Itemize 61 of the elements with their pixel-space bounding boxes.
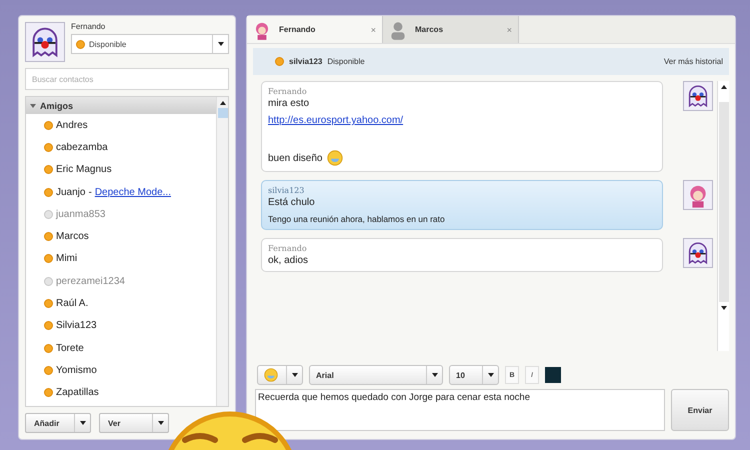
- scroll-thumb[interactable]: [718, 102, 728, 302]
- message-text: ok, adios: [268, 255, 310, 266]
- message-sender: silvia123: [268, 186, 306, 195]
- message-sender: Fernando: [268, 87, 308, 96]
- profile-name: Fernando: [71, 22, 106, 31]
- contact-name: silvia123: [289, 57, 322, 66]
- contact-name[interactable]: Zapatillas: [56, 387, 99, 398]
- contact-name[interactable]: Mimi: [56, 253, 78, 264]
- contact-name[interactable]: Torete: [56, 342, 84, 354]
- message-link[interactable]: http://es.eurosport.yahoo.com/: [268, 115, 404, 126]
- message-sender: Fernando: [268, 244, 308, 253]
- contact-name[interactable]: Marcos: [56, 231, 89, 242]
- message-input[interactable]: Recuerda que hemos quedado con Jorge para cenar esta noche: [255, 389, 665, 431]
- contact-name[interactable]: Yomismo: [56, 364, 97, 376]
- emoticon-button[interactable]: [257, 365, 303, 385]
- status-icon: [275, 57, 284, 66]
- color-swatch[interactable]: [545, 367, 561, 383]
- chat-tab[interactable]: Fernando ×: [247, 16, 383, 43]
- send-button[interactable]: Enviar: [671, 389, 729, 431]
- contact-name[interactable]: perezamei1234: [56, 276, 125, 287]
- scroll-down-icon: [720, 306, 726, 310]
- caret-icon: [488, 373, 494, 377]
- group-header[interactable]: Amigos: [26, 97, 216, 114]
- message-text: Está chulo: [268, 197, 316, 208]
- search-field[interactable]: Buscar contactos: [25, 68, 229, 90]
- caret-icon: [30, 104, 36, 108]
- separator: -: [88, 186, 92, 198]
- caret-icon: [432, 373, 438, 377]
- avatar-icon: [683, 180, 713, 210]
- scroll-up-icon: [720, 84, 726, 88]
- contact-name[interactable]: Juanjo: [56, 186, 86, 198]
- contact-name[interactable]: Andres: [56, 120, 88, 131]
- avatar-icon: [683, 238, 713, 268]
- status-message-link[interactable]: Depeche Mode...: [94, 186, 171, 198]
- scroll-thumb[interactable]: [218, 108, 228, 118]
- avatar-icon: [683, 81, 713, 111]
- message-text: Tengo una reunión ahora, hablamos en un rato: [268, 214, 446, 224]
- scrollbar[interactable]: [717, 81, 729, 351]
- emoticon-icon: [326, 150, 342, 166]
- font-dropdown[interactable]: Arial: [309, 365, 443, 385]
- history-link[interactable]: Ver más historial: [664, 57, 723, 66]
- menu-button[interactable]: Añadir: [25, 413, 91, 433]
- scrollbar[interactable]: [216, 97, 228, 406]
- caret-icon: [218, 42, 224, 46]
- message-text: mira esto: [268, 98, 310, 109]
- caret-icon: [292, 373, 298, 377]
- caret-icon: [158, 421, 164, 425]
- caret-icon: [80, 421, 86, 425]
- chat-tab[interactable]: Marcos ×: [383, 16, 519, 43]
- size-dropdown[interactable]: 10: [449, 365, 499, 385]
- avatar-icon: [25, 22, 65, 62]
- contact-name[interactable]: cabezamba: [56, 142, 108, 153]
- contact-name[interactable]: Silvia123: [56, 320, 97, 332]
- contact-name[interactable]: juanma853: [56, 208, 106, 220]
- message-text: buen diseño: [268, 152, 322, 164]
- emoticon-icon: [264, 368, 278, 382]
- contact-name[interactable]: Raúl A.: [56, 298, 88, 310]
- status-dropdown[interactable]: Disponible: [71, 34, 229, 54]
- menu-button[interactable]: Ver: [99, 413, 169, 433]
- contact-status: Disponible: [327, 57, 365, 66]
- contact-name[interactable]: Eric Magnus: [56, 164, 112, 176]
